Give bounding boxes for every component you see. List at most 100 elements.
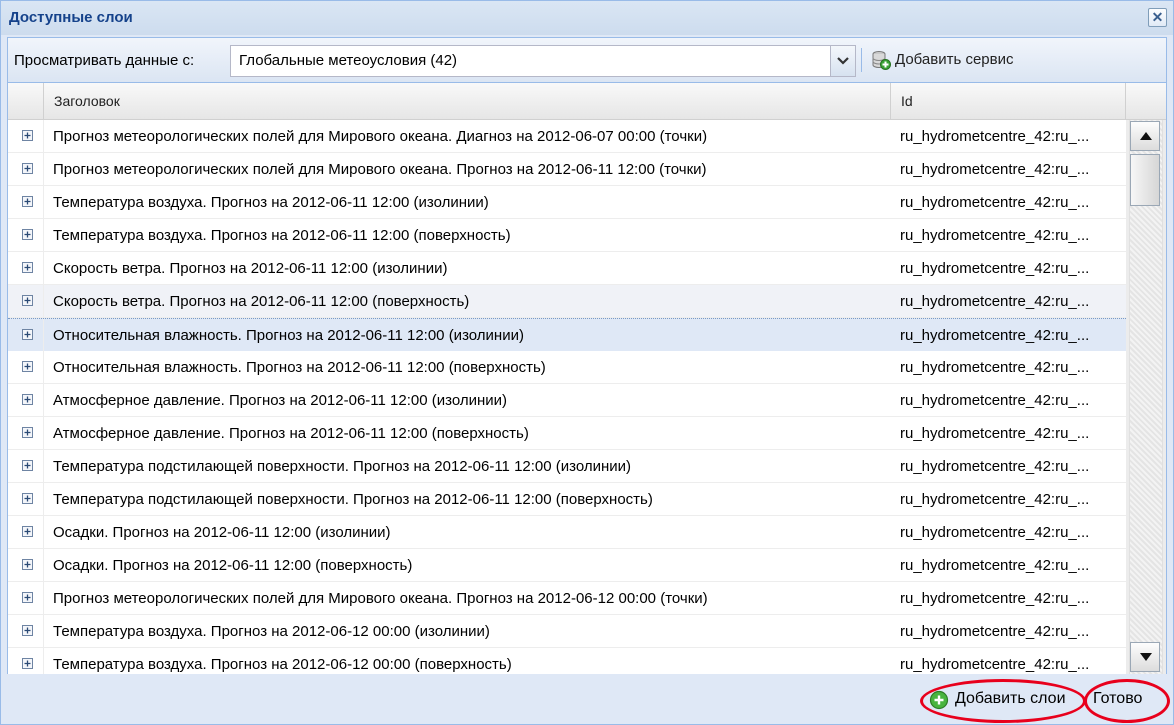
- plus-square-icon[interactable]: [22, 295, 33, 306]
- table-row[interactable]: Температура подстилающей поверхности. Пр…: [8, 450, 1126, 483]
- row-column-divider: [43, 351, 44, 383]
- scroll-up-button[interactable]: [1130, 121, 1160, 151]
- toolbar-separator: [861, 48, 862, 72]
- table-row[interactable]: Температура воздуха. Прогноз на 2012-06-…: [8, 648, 1126, 674]
- done-label: Готово: [1093, 690, 1143, 707]
- grid-body: Прогноз метеорологических полей для Миро…: [8, 120, 1126, 674]
- layer-title-cell: Температура подстилающей поверхности. Пр…: [53, 491, 653, 508]
- window-footer: Добавить слои Готово: [1, 674, 1173, 724]
- row-column-divider: [43, 153, 44, 185]
- layer-id-cell: ru_hydrometcentre_42:ru_...: [900, 557, 1090, 574]
- table-row[interactable]: Прогноз метеорологических полей для Миро…: [8, 582, 1126, 615]
- layer-id-cell: ru_hydrometcentre_42:ru_...: [900, 161, 1090, 178]
- table-row[interactable]: Скорость ветра. Прогноз на 2012-06-11 12…: [8, 285, 1126, 318]
- plus-square-icon[interactable]: [22, 658, 33, 669]
- layer-id-cell: ru_hydrometcentre_42:ru_...: [900, 227, 1090, 244]
- layer-id-cell: ru_hydrometcentre_42:ru_...: [900, 327, 1090, 344]
- triangle-down-icon: [1140, 653, 1152, 661]
- layer-title-cell: Атмосферное давление. Прогноз на 2012-06…: [53, 425, 529, 442]
- layer-title-cell: Температура подстилающей поверхности. Пр…: [53, 458, 632, 475]
- column-header-id[interactable]: Id: [891, 83, 1126, 119]
- row-column-divider: [43, 516, 44, 548]
- table-row[interactable]: Осадки. Прогноз на 2012-06-11 12:00 (изо…: [8, 516, 1126, 549]
- layer-title-cell: Скорость ветра. Прогноз на 2012-06-11 12…: [53, 260, 448, 277]
- row-column-divider: [43, 384, 44, 416]
- plus-square-icon[interactable]: [22, 130, 33, 141]
- layer-title-cell: Осадки. Прогноз на 2012-06-11 12:00 (изо…: [53, 524, 391, 541]
- table-row[interactable]: Осадки. Прогноз на 2012-06-11 12:00 (пов…: [8, 549, 1126, 582]
- grid-header: Заголовок Id: [8, 83, 1166, 120]
- plus-square-icon[interactable]: [22, 394, 33, 405]
- row-column-divider: [43, 417, 44, 449]
- plus-square-icon[interactable]: [22, 493, 33, 504]
- plus-square-icon[interactable]: [22, 526, 33, 537]
- table-row[interactable]: Температура подстилающей поверхности. Пр…: [8, 483, 1126, 516]
- plus-square-icon[interactable]: [22, 229, 33, 240]
- table-row[interactable]: Относительная влажность. Прогноз на 2012…: [8, 351, 1126, 384]
- layer-id-cell: ru_hydrometcentre_42:ru_...: [900, 392, 1090, 409]
- layer-title-cell: Атмосферное давление. Прогноз на 2012-06…: [53, 392, 507, 409]
- layer-id-cell: ru_hydrometcentre_42:ru_...: [900, 656, 1090, 673]
- layer-id-cell: ru_hydrometcentre_42:ru_...: [900, 491, 1090, 508]
- plus-square-icon[interactable]: [22, 163, 33, 174]
- source-label: Просматривать данные с:: [14, 52, 195, 69]
- chevron-down-icon[interactable]: [830, 46, 855, 76]
- table-row[interactable]: Температура воздуха. Прогноз на 2012-06-…: [8, 615, 1126, 648]
- row-column-divider: [43, 648, 44, 674]
- scroll-down-button[interactable]: [1130, 642, 1160, 672]
- plus-square-icon[interactable]: [22, 592, 33, 603]
- toolbar: Просматривать данные с: Глобальные метео…: [8, 38, 1166, 83]
- layer-title-cell: Температура воздуха. Прогноз на 2012-06-…: [53, 623, 490, 640]
- layer-id-cell: ru_hydrometcentre_42:ru_...: [900, 128, 1090, 145]
- layer-id-cell: ru_hydrometcentre_42:ru_...: [900, 458, 1090, 475]
- row-column-divider: [43, 615, 44, 647]
- layer-title-cell: Прогноз метеорологических полей для Миро…: [53, 161, 707, 178]
- header-expander-column: [8, 83, 44, 119]
- row-column-divider: [43, 319, 44, 351]
- table-row[interactable]: Относительная влажность. Прогноз на 2012…: [8, 318, 1126, 352]
- layer-title-cell: Относительная влажность. Прогноз на 2012…: [53, 359, 546, 376]
- layer-title-cell: Температура воздуха. Прогноз на 2012-06-…: [53, 194, 489, 211]
- close-icon[interactable]: ✕: [1148, 8, 1167, 27]
- add-layers-label: Добавить слои: [955, 690, 1066, 707]
- layer-id-cell: ru_hydrometcentre_42:ru_...: [900, 293, 1090, 310]
- layer-title-cell: Осадки. Прогноз на 2012-06-11 12:00 (пов…: [53, 557, 413, 574]
- scrollbar-thumb[interactable]: [1130, 154, 1160, 206]
- layer-id-cell: ru_hydrometcentre_42:ru_...: [900, 524, 1090, 541]
- table-row[interactable]: Прогноз метеорологических полей для Миро…: [8, 153, 1126, 186]
- layer-title-cell: Относительная влажность. Прогноз на 2012…: [53, 327, 524, 344]
- plus-square-icon[interactable]: [22, 625, 33, 636]
- plus-square-icon[interactable]: [22, 262, 33, 273]
- row-column-divider: [43, 252, 44, 284]
- plus-square-icon[interactable]: [22, 329, 33, 340]
- green-plus-circle-icon: [929, 690, 949, 710]
- available-layers-window: Доступные слои ✕ Просматривать данные с:…: [0, 0, 1174, 725]
- plus-square-icon[interactable]: [22, 427, 33, 438]
- source-combobox[interactable]: Глобальные метеоусловия (42): [230, 45, 856, 77]
- window-titlebar[interactable]: Доступные слои ✕: [1, 1, 1173, 35]
- table-row[interactable]: Скорость ветра. Прогноз на 2012-06-11 12…: [8, 252, 1126, 285]
- table-row[interactable]: Температура воздуха. Прогноз на 2012-06-…: [8, 219, 1126, 252]
- column-header-id-label: Id: [901, 93, 913, 109]
- source-combobox-value[interactable]: Глобальные метеоусловия (42): [239, 52, 457, 69]
- plus-square-icon[interactable]: [22, 559, 33, 570]
- table-row[interactable]: Прогноз метеорологических полей для Миро…: [8, 120, 1126, 153]
- add-service-label: Добавить сервис: [895, 51, 1014, 68]
- layer-id-cell: ru_hydrometcentre_42:ru_...: [900, 590, 1090, 607]
- table-row[interactable]: Температура воздуха. Прогноз на 2012-06-…: [8, 186, 1126, 219]
- row-column-divider: [43, 483, 44, 515]
- layer-id-cell: ru_hydrometcentre_42:ru_...: [900, 260, 1090, 277]
- row-column-divider: [43, 285, 44, 317]
- plus-square-icon[interactable]: [22, 460, 33, 471]
- triangle-up-icon: [1140, 132, 1152, 140]
- column-header-title-label: Заголовок: [54, 93, 120, 109]
- table-row[interactable]: Атмосферное давление. Прогноз на 2012-06…: [8, 417, 1126, 450]
- plus-square-icon[interactable]: [22, 361, 33, 372]
- column-header-title[interactable]: Заголовок: [44, 83, 891, 119]
- layers-panel: Просматривать данные с: Глобальные метео…: [7, 37, 1167, 675]
- layer-id-cell: ru_hydrometcentre_42:ru_...: [900, 623, 1090, 640]
- plus-square-icon[interactable]: [22, 196, 33, 207]
- layer-title-cell: Прогноз метеорологических полей для Миро…: [53, 128, 708, 145]
- layer-id-cell: ru_hydrometcentre_42:ru_...: [900, 359, 1090, 376]
- table-row[interactable]: Атмосферное давление. Прогноз на 2012-06…: [8, 384, 1126, 417]
